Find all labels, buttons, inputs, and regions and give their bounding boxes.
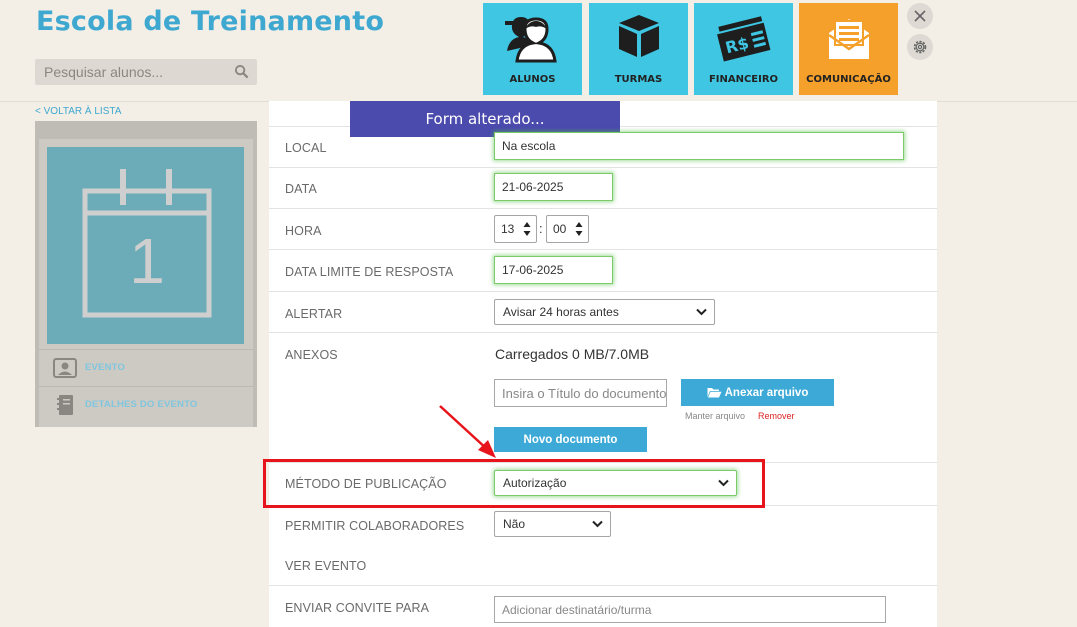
label-permitir: PERMITIR COLABORADORES bbox=[285, 519, 465, 533]
sidebar-panel: 1 EVENTO DETALHES DO EVENTO bbox=[35, 121, 257, 427]
red-arrow-icon bbox=[439, 405, 496, 458]
nav-label: FINANCEIRO bbox=[708, 74, 779, 85]
highlight-box bbox=[263, 459, 765, 508]
nav-turmas[interactable]: TURMAS bbox=[589, 3, 688, 95]
allow-collaborators-value: Não bbox=[503, 517, 526, 531]
envelope-icon bbox=[827, 19, 870, 59]
document-title-input[interactable] bbox=[494, 379, 667, 407]
event-image: 1 bbox=[47, 147, 244, 344]
invite-recipient-input[interactable] bbox=[494, 596, 886, 623]
remove-file-link[interactable]: Remover bbox=[758, 411, 795, 421]
gear-icon bbox=[913, 40, 927, 54]
settings-button[interactable] bbox=[907, 34, 933, 60]
nav-label: ALUNOS bbox=[509, 74, 556, 85]
deadline-input[interactable] bbox=[494, 256, 613, 284]
label-local: LOCAL bbox=[285, 141, 327, 155]
attach-file-button[interactable]: Anexar arquivo bbox=[681, 379, 834, 406]
sidebar-inner: 1 EVENTO DETALHES DO EVENTO bbox=[39, 139, 253, 427]
row-divider bbox=[269, 585, 937, 586]
hour-spinner[interactable]: 13 bbox=[494, 215, 537, 243]
row-divider bbox=[269, 249, 937, 250]
sidebar-item-label: EVENTO bbox=[85, 362, 126, 373]
label-ver-evento: VER EVENTO bbox=[285, 559, 367, 573]
row-divider bbox=[269, 332, 937, 333]
label-alertar: ALERTAR bbox=[285, 307, 343, 321]
spinner-arrows-icon[interactable] bbox=[575, 221, 583, 237]
keep-file-link[interactable]: Manter arquivo bbox=[685, 411, 745, 421]
minute-spinner[interactable]: 00 bbox=[546, 215, 589, 243]
close-button[interactable] bbox=[907, 3, 933, 29]
alert-select[interactable]: Avisar 24 horas antes bbox=[494, 299, 715, 325]
row-divider bbox=[269, 291, 937, 292]
close-icon bbox=[914, 10, 926, 22]
nav-financeiro[interactable]: R$ FINANCEIRO bbox=[694, 3, 793, 95]
nav-alunos[interactable]: ALUNOS bbox=[483, 3, 582, 95]
calendar-day: 1 bbox=[129, 225, 165, 297]
folder-open-icon bbox=[707, 388, 722, 398]
attach-file-label: Anexar arquivo bbox=[724, 386, 809, 399]
label-anexos: ANEXOS bbox=[285, 348, 338, 362]
user-card-icon bbox=[53, 357, 77, 379]
back-to-list-link[interactable]: < VOLTAR À LISTA bbox=[35, 106, 121, 117]
students-icon bbox=[504, 17, 557, 63]
spinner-arrows-icon[interactable] bbox=[523, 221, 531, 237]
search-icon[interactable] bbox=[234, 64, 249, 79]
label-data-limite: DATA LIMITE DE RESPOSTA bbox=[285, 265, 454, 279]
attachments-loaded: Carregados 0 MB/7.0MB bbox=[495, 346, 650, 362]
minute-value: 00 bbox=[553, 222, 567, 236]
sidebar-item-detalhes[interactable]: DETALHES DO EVENTO bbox=[39, 386, 253, 422]
nav-label: TURMAS bbox=[614, 74, 663, 85]
allow-collaborators-select[interactable]: Não bbox=[494, 511, 611, 537]
label-hora: HORA bbox=[285, 224, 322, 238]
local-input[interactable] bbox=[494, 132, 904, 160]
money-icon: R$ bbox=[714, 16, 773, 63]
chevron-down-icon bbox=[696, 308, 707, 316]
search-box bbox=[35, 59, 257, 85]
sidebar-item-label: DETALHES DO EVENTO bbox=[85, 399, 198, 410]
box-icon bbox=[618, 15, 659, 57]
nav-label: COMUNICAÇÃO bbox=[806, 74, 891, 85]
sidebar-item-evento[interactable]: EVENTO bbox=[39, 349, 253, 385]
chevron-down-icon bbox=[592, 520, 603, 528]
calendar-icon: 1 bbox=[82, 169, 212, 318]
time-separator: : bbox=[539, 221, 543, 236]
row-divider bbox=[269, 208, 937, 209]
date-input[interactable] bbox=[494, 173, 613, 201]
label-data: DATA bbox=[285, 182, 317, 196]
label-enviar: ENVIAR CONVITE PARA bbox=[285, 601, 430, 615]
search-input[interactable] bbox=[35, 59, 235, 85]
nav-comunicacao[interactable]: COMUNICAÇÃO bbox=[799, 3, 898, 95]
hour-value: 13 bbox=[501, 222, 515, 236]
alert-select-value: Avisar 24 horas antes bbox=[503, 305, 619, 319]
new-document-button[interactable]: Novo documento bbox=[494, 427, 647, 452]
notebook-icon bbox=[53, 394, 77, 416]
row-divider bbox=[269, 167, 937, 168]
app-title[interactable]: Escola de Treinamento bbox=[36, 6, 384, 37]
